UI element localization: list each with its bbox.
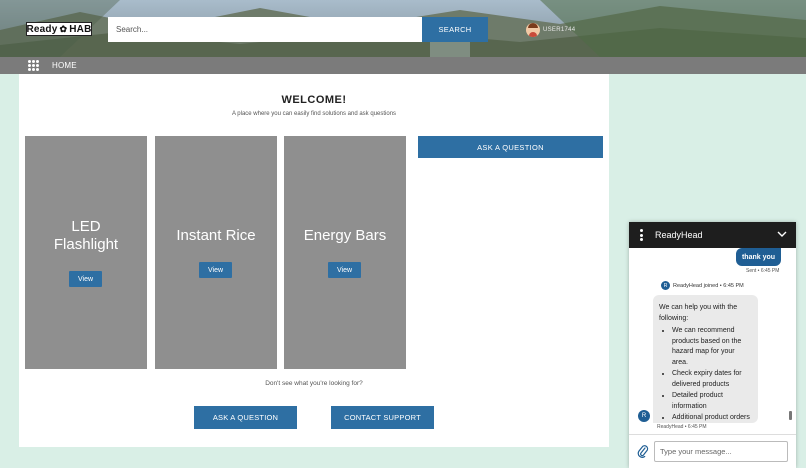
sent-status: Sent • 6:45 PM (746, 268, 780, 274)
gear-icon: ✿ (59, 23, 68, 34)
product-card-energy-bars: Energy Bars View (284, 136, 406, 369)
chat-header: ReadyHead (629, 222, 796, 248)
view-button[interactable]: View (199, 262, 232, 278)
readyhab-logo[interactable]: Ready ✿ HAB (26, 22, 92, 36)
incoming-intro: We can help you with the following: (659, 304, 738, 322)
search-input[interactable] (108, 17, 422, 42)
chat-title: ReadyHead (655, 230, 703, 240)
view-button[interactable]: View (69, 271, 102, 287)
incoming-list: We can recommend products based on the h… (672, 326, 752, 424)
nav-bar: HOME (0, 57, 806, 74)
ask-question-bottom-button[interactable]: ASK A QUESTION (194, 406, 297, 429)
paperclip-icon[interactable] (637, 444, 649, 458)
chat-footer (629, 434, 796, 468)
user-menu[interactable]: USER1744 (526, 23, 575, 37)
outgoing-message: thank you (736, 248, 781, 266)
list-item: Additional product orders (672, 413, 752, 424)
card-title: Energy Bars (303, 227, 387, 244)
incoming-message: We can help you with the following: We c… (653, 295, 758, 423)
page-title: WELCOME! (281, 94, 347, 106)
list-item: Check expiry dates for delivered product… (672, 369, 752, 390)
card-title: Instant Rice (176, 227, 256, 244)
logo-text-right: HAB (69, 23, 92, 35)
chevron-down-icon[interactable] (777, 230, 787, 238)
product-card-instant-rice: Instant Rice View (155, 136, 277, 369)
agent-avatar: R (638, 410, 650, 422)
message-input[interactable] (654, 441, 788, 462)
chat-messages[interactable]: thank you Sent • 6:45 PM R ReadyHead joi… (629, 248, 796, 434)
joined-text: ReadyHead joined • 6:45 PM (673, 282, 744, 289)
logo-text-left: Ready (26, 23, 58, 35)
product-card-led-flashlight: LED Flashlight View (25, 136, 147, 369)
ask-question-button[interactable]: ASK A QUESTION (418, 136, 603, 158)
list-item: We can recommend products based on the h… (672, 326, 752, 368)
agent-avatar-small: R (661, 281, 670, 290)
card-title: LED Flashlight (53, 218, 119, 253)
not-found-text: Don't see what you're looking for? (265, 380, 363, 387)
agent-joined-notice: R ReadyHead joined • 6:45 PM (661, 281, 744, 290)
main-panel: WELCOME! A place where you can easily fi… (19, 74, 609, 447)
kebab-menu-icon[interactable] (640, 229, 643, 241)
list-item: Detailed product information (672, 391, 752, 412)
apps-grid-icon[interactable] (28, 60, 39, 71)
agent-timestamp: ReadyHead • 6:45 PM (657, 424, 707, 430)
chat-widget: ReadyHead thank you Sent • 6:45 PM R Rea… (629, 222, 796, 468)
view-button[interactable]: View (328, 262, 361, 278)
page-tagline: A place where you can easily find soluti… (231, 111, 397, 117)
username-label: USER1744 (543, 27, 576, 33)
header-banner: Ready ✿ HAB SEARCH USER1744 (0, 0, 806, 57)
user-avatar (526, 23, 540, 37)
chat-scrollbar[interactable] (788, 408, 793, 428)
search-button[interactable]: SEARCH (422, 17, 488, 42)
nav-home-link[interactable]: HOME (52, 61, 77, 70)
contact-support-button[interactable]: CONTACT SUPPORT (331, 406, 434, 429)
